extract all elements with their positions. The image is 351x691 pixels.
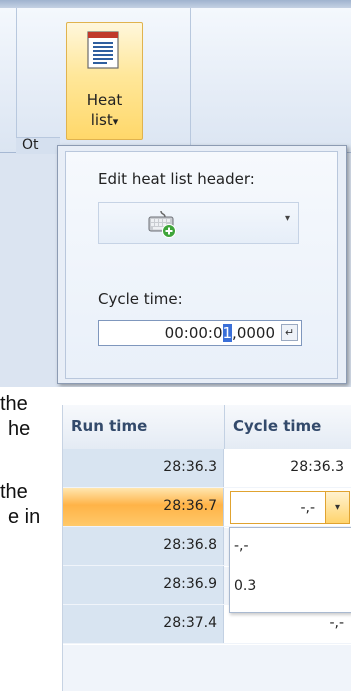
text-fragment: e in bbox=[8, 506, 41, 528]
document-list-icon bbox=[87, 31, 119, 69]
cycle-time-editor[interactable]: -,- ▾ bbox=[230, 491, 350, 524]
heat-list-label-text: list bbox=[90, 111, 113, 129]
cycle-time-cell[interactable]: 28:36.3 bbox=[224, 449, 351, 487]
heat-list-dropdown-panel: Edit heat list header: ▾ Cycle time: 00:… bbox=[57, 145, 347, 384]
cycle-time-editor-value[interactable]: -,- bbox=[300, 500, 315, 516]
text-fragment: the bbox=[0, 481, 28, 503]
panel-content: Edit heat list header: ▾ Cycle time: 00:… bbox=[65, 151, 338, 379]
grid-screenshot: Run time Cycle time 28:36.3 28:36.3 28:3… bbox=[62, 405, 351, 691]
run-time-value: 28:37.4 bbox=[163, 615, 217, 631]
ribbon-group-label: Ot bbox=[22, 137, 39, 153]
cycle-time-input[interactable]: 00:00:01,0000 ↵ bbox=[98, 320, 302, 346]
ribbon-title-strip bbox=[0, 0, 351, 8]
column-header-cycle-time[interactable]: Cycle time bbox=[233, 417, 321, 435]
text-fragment: the bbox=[0, 393, 28, 415]
cycle-time-value-part: 00:00:0 bbox=[164, 324, 223, 342]
cycle-time-value-part: ,0000 bbox=[232, 324, 275, 342]
run-time-cell[interactable]: 28:36.9 bbox=[63, 566, 224, 604]
run-time-cell[interactable]: 28:36.7 bbox=[63, 488, 224, 526]
cycle-time-selected-digit: 1 bbox=[222, 324, 233, 342]
run-time-value: 28:36.8 bbox=[163, 537, 217, 553]
run-time-value: 28:36.9 bbox=[163, 576, 217, 592]
ribbon-body bbox=[0, 8, 351, 153]
column-divider bbox=[224, 405, 225, 449]
edit-header-label: Edit heat list header: bbox=[98, 170, 255, 188]
dropdown-option[interactable]: 0.3 bbox=[234, 578, 256, 594]
edit-header-combo[interactable]: ▾ bbox=[98, 202, 299, 244]
run-time-cell[interactable]: 28:36.8 bbox=[63, 527, 224, 565]
heat-list-label-line1: Heat bbox=[86, 91, 123, 109]
ribbon-screenshot: Ot Heat list▾ Edit heat list header: ▾ C… bbox=[0, 0, 351, 387]
text-fragment: he bbox=[8, 418, 31, 440]
run-time-value: 28:36.3 bbox=[163, 459, 217, 475]
dropdown-option[interactable]: -,- bbox=[234, 538, 249, 554]
enter-icon[interactable]: ↵ bbox=[281, 324, 298, 341]
chevron-down-icon: ▾ bbox=[112, 115, 119, 128]
ribbon-separator bbox=[16, 8, 17, 152]
cycle-time-dropdown-list: -,- 0.3 bbox=[229, 527, 351, 613]
chevron-down-icon[interactable]: ▾ bbox=[325, 492, 349, 523]
cycle-time-value: -,- bbox=[329, 615, 344, 631]
column-header-run-time[interactable]: Run time bbox=[71, 417, 147, 435]
run-time-cell[interactable]: 28:36.3 bbox=[63, 449, 224, 487]
keyboard-add-icon bbox=[148, 210, 176, 238]
run-time-cell[interactable]: 28:37.4 bbox=[63, 605, 224, 643]
chevron-down-icon[interactable]: ▾ bbox=[285, 213, 290, 224]
ribbon-separator bbox=[190, 8, 191, 152]
cycle-time-value: 28:36.3 bbox=[290, 459, 344, 475]
cycle-time-label: Cycle time: bbox=[98, 290, 183, 308]
heat-list-label-line2: list▾ bbox=[67, 111, 142, 129]
run-time-value: 28:36.7 bbox=[163, 498, 217, 514]
cycle-time-value[interactable]: 00:00:01,0000 bbox=[165, 324, 275, 342]
grid-header: Run time Cycle time bbox=[63, 405, 351, 450]
heat-list-button[interactable]: Heat list▾ bbox=[66, 22, 143, 140]
table-row[interactable]: 28:36.3 28:36.3 bbox=[63, 449, 351, 489]
